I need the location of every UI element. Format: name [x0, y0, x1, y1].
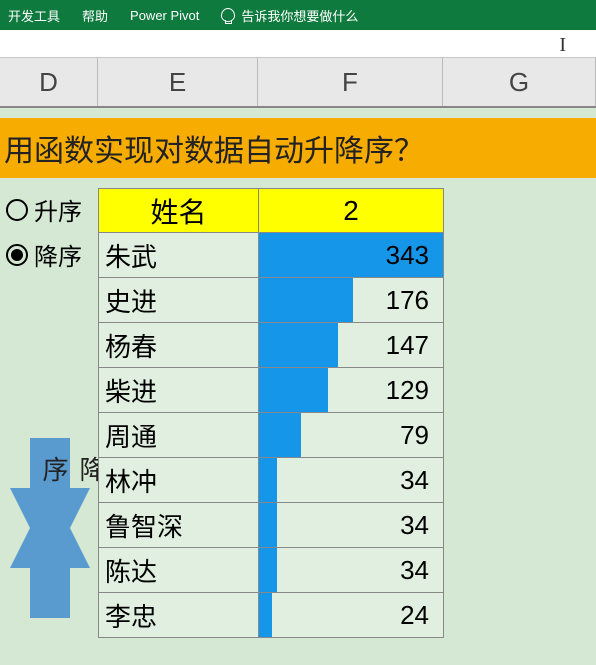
name-cell[interactable]: 林冲 [99, 458, 259, 503]
value-text: 176 [265, 278, 437, 322]
formula-bar[interactable]: I [0, 30, 596, 58]
value-text: 343 [265, 233, 437, 277]
table-row[interactable]: 陈达34 [99, 548, 444, 593]
value-text: 34 [265, 503, 437, 547]
title-text: 用函数实现对数据自动升降序？ [4, 126, 424, 170]
value-text: 147 [265, 323, 437, 367]
table-row[interactable]: 李忠24 [99, 593, 444, 638]
value-cell[interactable]: 147 [259, 323, 444, 368]
value-text: 34 [265, 458, 437, 502]
value-text: 129 [265, 368, 437, 412]
value-text: 34 [265, 548, 437, 592]
value-cell[interactable]: 34 [259, 548, 444, 593]
ribbon: 开发工具 帮助 Power Pivot 告诉我你想要做什么 [0, 0, 596, 30]
value-text: 79 [265, 413, 437, 457]
table-row[interactable]: 朱武343 [99, 233, 444, 278]
value-cell[interactable]: 24 [259, 593, 444, 638]
name-cell[interactable]: 陈达 [99, 548, 259, 593]
table-row[interactable]: 林冲34 [99, 458, 444, 503]
data-table: 姓名 2 朱武343史进176杨春147柴进129周通79林冲34鲁智深34陈达… [98, 188, 444, 638]
table-row[interactable]: 周通79 [99, 413, 444, 458]
lightbulb-icon [221, 8, 235, 22]
name-cell[interactable]: 史进 [99, 278, 259, 323]
table-row[interactable]: 柴进129 [99, 368, 444, 413]
ribbon-dev-tools[interactable]: 开发工具 [8, 6, 60, 25]
table-header-name[interactable]: 姓名 [99, 189, 259, 233]
table-row[interactable]: 史进176 [99, 278, 444, 323]
name-cell[interactable]: 李忠 [99, 593, 259, 638]
value-cell[interactable]: 34 [259, 458, 444, 503]
radio-icon [6, 244, 28, 266]
name-cell[interactable]: 杨春 [99, 323, 259, 368]
value-cell[interactable]: 129 [259, 368, 444, 413]
tell-me-label: 告诉我你想要做什么 [241, 6, 358, 25]
radio-ascending[interactable]: 升序 [6, 192, 82, 227]
radio-desc-label: 降序 [34, 237, 82, 272]
table-row[interactable]: 鲁智深34 [99, 503, 444, 548]
column-header-e[interactable]: E [98, 58, 258, 106]
column-header-f[interactable]: F [258, 58, 443, 106]
radio-icon [6, 199, 28, 221]
value-cell[interactable]: 34 [259, 503, 444, 548]
tell-me-search[interactable]: 告诉我你想要做什么 [221, 6, 358, 25]
value-cell[interactable]: 343 [259, 233, 444, 278]
table-header-value[interactable]: 2 [259, 189, 444, 233]
value-text: 24 [265, 593, 437, 637]
column-header-d[interactable]: D [0, 58, 98, 106]
ribbon-power-pivot[interactable]: Power Pivot [130, 8, 199, 23]
column-header-g[interactable]: G [443, 58, 596, 106]
table-row[interactable]: 杨春147 [99, 323, 444, 368]
radio-asc-label: 升序 [34, 192, 82, 227]
name-cell[interactable]: 鲁智深 [99, 503, 259, 548]
ribbon-help[interactable]: 帮助 [82, 6, 108, 25]
name-cell[interactable]: 周通 [99, 413, 259, 458]
name-cell[interactable]: 朱武 [99, 233, 259, 278]
value-cell[interactable]: 176 [259, 278, 444, 323]
radio-descending[interactable]: 降序 [6, 237, 82, 272]
name-cell[interactable]: 柴进 [99, 368, 259, 413]
text-cursor-icon: I [559, 34, 566, 57]
value-cell[interactable]: 79 [259, 413, 444, 458]
title-band: 用函数实现对数据自动升降序？ [0, 118, 596, 178]
column-headers: D E F G [0, 58, 596, 108]
sort-radio-group: 升序 降序 [6, 192, 82, 282]
